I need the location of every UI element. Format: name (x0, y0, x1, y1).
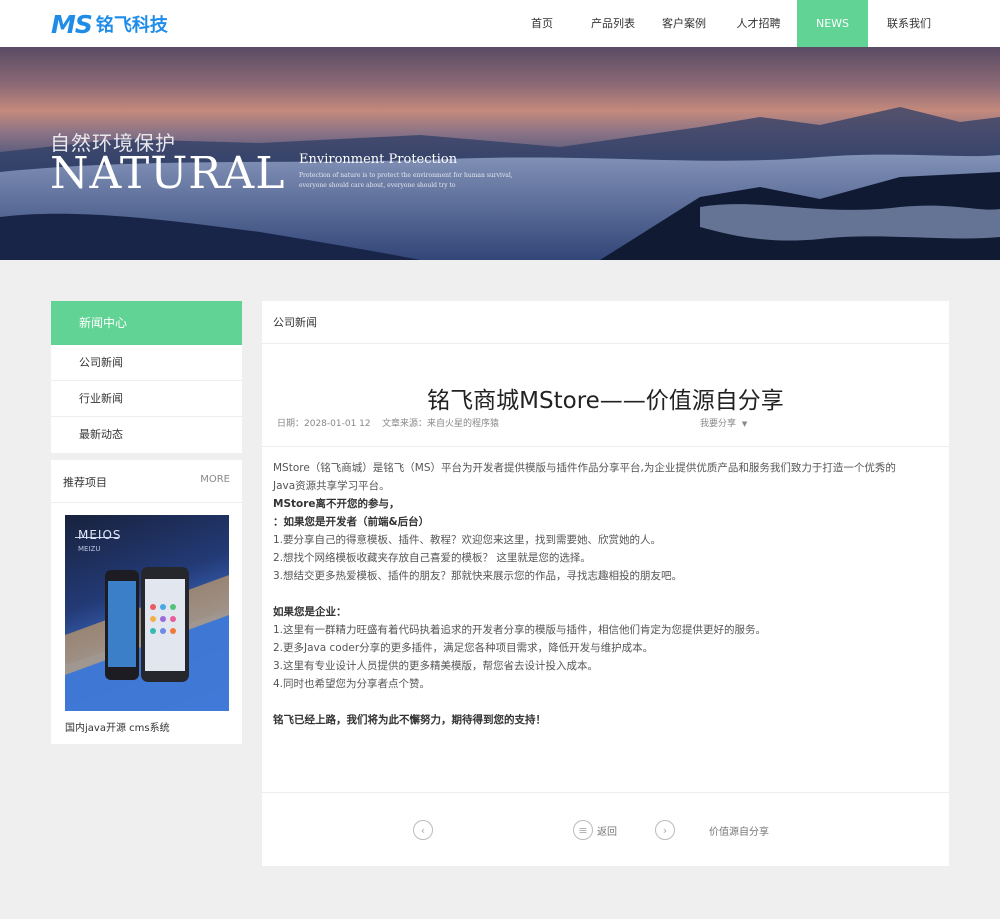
main-nav: 首页 产品列表 客户案例 人才招聘 NEWS 联系我们 (506, 0, 950, 47)
body-line: 1.要分享自己的得意模板、插件、教程？欢迎您来这里，找到需要她、欣赏她的人。 (273, 534, 662, 546)
body-line: 铭飞已经上路，我们将为此不懈努力，期待得到您的支持！ (273, 714, 546, 726)
body-line: 如果您是企业： (273, 606, 347, 618)
divider (262, 446, 949, 447)
body-line: 1.这里有一群精力旺盛有着代码执着追求的开发者分享的模版与插件，相信他们肯定为您… (273, 624, 767, 636)
list-icon: ≡ (573, 820, 593, 840)
body-line: 3.想结交更多热爱模板、插件的朋友？那就快来展示您的作品，寻找志趣相投的朋友吧。 (273, 570, 683, 582)
sidebar-menu: 新闻中心 公司新闻 行业新闻 最新动态 (51, 301, 242, 453)
nav-item-news[interactable]: NEWS (797, 0, 868, 47)
article-title: 铭飞商城MStore——价值源自分享 (427, 388, 784, 414)
body-line (273, 585, 943, 603)
chevron-right-icon: › (655, 820, 675, 840)
body-line: Java资源共享学习平台。 (273, 480, 390, 492)
sidebar-item-company-news[interactable]: 公司新闻 (51, 345, 242, 381)
chevron-left-icon: ‹ (413, 820, 433, 840)
hero-banner: 自然环境保护 NATURAL Environment Protection Pr… (0, 47, 1000, 260)
body-line: MStore离不开您的参与， (273, 498, 400, 510)
recommend-title: 推荐项目 (63, 476, 107, 489)
site-header: MS 铭飞科技 首页 产品列表 客户案例 人才招聘 NEWS 联系我们 (0, 0, 1000, 47)
recommend-caption[interactable]: 国内java开源 cms系统 (65, 719, 170, 734)
logo-mark: MS (51, 9, 93, 39)
next-label: 价值源自分享 (709, 826, 769, 838)
body-line: 2.更多Java coder分享的更多插件，满足您各种项目需求，降低开发与维护成… (273, 642, 654, 654)
banner-env-title: Environment Protection (299, 152, 458, 167)
nav-item-products[interactable]: 产品列表 (578, 0, 648, 47)
divider (262, 792, 949, 793)
recommend-image[interactable]: MEIOS MEIZU (65, 515, 229, 711)
share-label: 我要分享 (700, 419, 737, 429)
banner-subtitle-line2: everyone should care about, everyone sho… (299, 182, 456, 189)
body-line: ：如果您是开发者（前端&后台） (273, 516, 430, 528)
back-label: 返回 (597, 826, 617, 838)
more-link[interactable]: MORE (200, 474, 230, 485)
body-line (273, 693, 943, 711)
sidebar-item-industry-news[interactable]: 行业新闻 (51, 381, 242, 417)
prev-button[interactable]: ‹ (413, 820, 433, 840)
recommend-panel: 推荐项目 MORE MEIOS MEIZU 国内java开源 cms系统 (51, 460, 242, 744)
recommend-image-brand: MEIOS (78, 528, 122, 542)
body-line: 3.这里有专业设计人员提供的更多精美模版，帮您省去设计投入成本。 (273, 660, 599, 672)
sidebar-heading[interactable]: 新闻中心 (51, 301, 242, 345)
back-button[interactable]: ≡ 返回 (573, 820, 617, 840)
nav-item-contact[interactable]: 联系我们 (868, 0, 950, 47)
next-button[interactable]: › (655, 820, 675, 840)
banner-big-title: NATURAL (50, 148, 286, 199)
nav-item-cases[interactable]: 客户案例 (648, 0, 720, 47)
logo-text: 铭飞科技 (95, 15, 168, 36)
article-panel: 公司新闻 铭飞商城MStore——价值源自分享 日期：2028-01-01 12… (262, 301, 949, 866)
next-article-link[interactable]: 价值源自分享 (709, 820, 769, 840)
banner-subtitle-line1: Protection of nature is to protect the e… (299, 172, 513, 179)
article-body: MStore（铭飞商城）是铭飞（MS）平台为开发者提供模版与插件作品分享平台,为… (273, 459, 943, 729)
recommend-header: 推荐项目 MORE (51, 460, 242, 503)
sidebar-item-latest[interactable]: 最新动态 (51, 417, 242, 453)
nav-item-home[interactable]: 首页 (506, 0, 578, 47)
breadcrumb: 公司新闻 (262, 301, 949, 344)
body-line: 2.想找个网络模板收藏夹存放自己喜爱的模板？ 这里就是您的选择。 (273, 552, 591, 564)
recommend-image-brand2: MEIZU (78, 545, 101, 553)
body-line: MStore（铭飞商城）是铭飞（MS）平台为开发者提供模版与插件作品分享平台,为… (273, 462, 896, 474)
body-line: 4.同时也希望您为分享者点个赞。 (273, 678, 431, 690)
share-dropdown[interactable]: 我要分享 ▼ (700, 416, 747, 429)
nav-item-jobs[interactable]: 人才招聘 (720, 0, 797, 47)
site-logo[interactable]: MS 铭飞科技 (51, 9, 168, 39)
article-meta: 日期：2028-01-01 12 文章来源：来自火星的程序猿 (277, 419, 500, 429)
caret-down-icon: ▼ (741, 420, 748, 428)
